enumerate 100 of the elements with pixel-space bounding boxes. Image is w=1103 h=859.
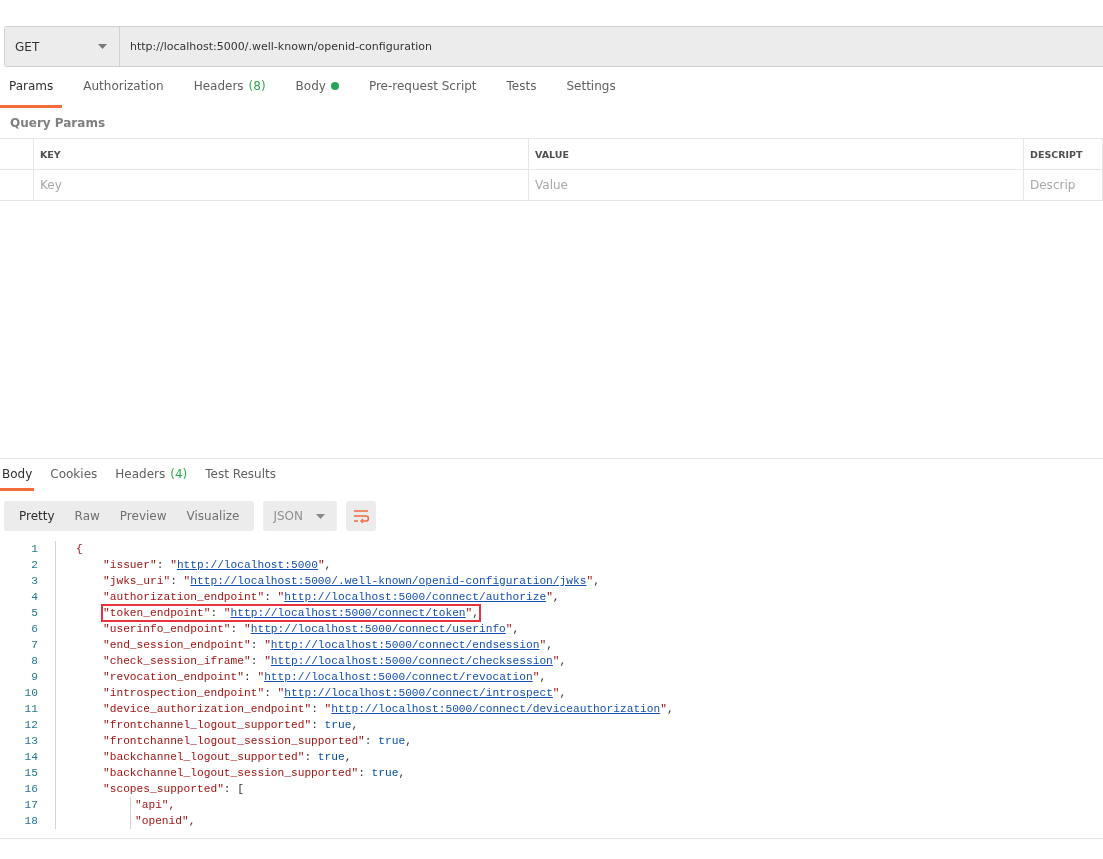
view-mode-tab[interactable]: Preview [109,501,177,531]
code-punctuation: : [244,671,251,683]
url-link[interactable]: http://localhost:5000 [176,559,318,571]
column-header: DESCRIPT [1024,139,1103,170]
line-number: 12 [23,719,38,731]
tab[interactable]: Body [0,459,35,491]
json-key: "scopes_supported" [103,783,224,795]
code-punctuation: , [559,687,567,699]
wrap-icon [353,509,370,523]
url-link[interactable]: http://localhost:5000/connect/endsession [270,639,540,651]
url-link[interactable]: http://localhost:5000/connect/userinfo [250,623,506,635]
code-text: " [552,655,560,667]
line-number: 5 [30,607,38,619]
code-text: " [546,591,553,603]
code-punctuation: , [351,719,359,731]
code-punctuation: : [311,703,318,715]
code-value: true [317,751,345,763]
count-label: (4) [170,466,188,481]
code-punctuation: : [358,767,365,779]
tab[interactable]: Tests [497,67,546,108]
code-value: true [371,767,399,779]
line-number: 1 [30,543,38,555]
url-link[interactable]: http://localhost:5000/connect/authorize [284,591,547,603]
code-text: " [660,703,667,715]
code-punctuation: , [559,655,567,667]
wrap-lines-button[interactable] [346,501,377,531]
json-key: "backchannel_logout_supported" [103,751,305,763]
code-punctuation: : [170,575,177,587]
line-number: 8 [30,655,38,667]
line-number: 6 [30,623,38,635]
view-mode-tab[interactable]: Visualize [176,501,250,531]
code-punctuation: , [546,639,553,651]
line-number: 10 [23,687,38,699]
line-number: 15 [23,767,38,779]
tab[interactable]: Pre-request Script [359,67,486,108]
json-key: "authorization_endpoint" [103,591,265,603]
code-punctuation: , [593,575,600,587]
line-number: 3 [30,575,38,587]
json-key: "jwks_uri" [103,575,171,587]
tab[interactable]: Authorization [74,67,173,108]
code-text: " [170,559,177,571]
tab[interactable]: Settings [557,67,625,108]
code-text: " [277,591,285,603]
url-link[interactable]: http://localhost:5000/connect/checksession [270,655,553,667]
code-punctuation: , [344,751,352,763]
url-link[interactable]: http://localhost:5000/connect/revocation [264,671,533,683]
view-mode-tab[interactable]: Pretty [9,501,65,531]
url-link[interactable]: http://localhost:5000/connect/deviceauthorization [331,703,661,715]
line-number: 2 [30,559,38,571]
code-text: " [539,639,547,651]
code-punctuation: , [539,671,547,683]
code-value: true [324,719,352,731]
code-punctuation: , [512,623,520,635]
code-punctuation: : [264,687,271,699]
url-link[interactable]: http://localhost:5000/connect/introspect [284,687,553,699]
tab[interactable]: Headers (4) [113,459,190,491]
code-text: " [264,639,271,651]
code-punctuation: , [472,607,479,619]
json-key: "frontchannel_logout_supported" [103,719,312,731]
code-punctuation: : [311,719,318,731]
json-key: "introspection_endpoint" [103,687,265,699]
code-punctuation: : [364,735,372,747]
code-punctuation: : [250,639,258,651]
code-punctuation: : [223,783,231,795]
tab[interactable]: Headers (8) [184,67,275,108]
line-number: 7 [30,639,38,651]
code-punctuation: , [324,559,332,571]
json-key: "device_authorization_endpoint" [103,703,312,715]
view-mode-tab[interactable]: Raw [64,501,110,531]
json-key: "backchannel_logout_session_supported" [103,767,359,779]
code-text: "openid", [135,815,196,827]
tab[interactable]: Test Results [203,459,278,491]
code-punctuation: , [405,735,412,747]
code-punctuation: , [552,591,560,603]
count-label: (8) [248,79,266,93]
code-text: " [257,671,265,683]
json-key: "check_session_iframe" [103,655,251,667]
code-text: " [586,575,594,587]
code-punctuation: : [304,751,312,763]
column-header: KEY [34,139,529,170]
code-punctuation: : [210,607,218,619]
tab[interactable]: Params [0,67,63,108]
column-header: VALUE [529,139,1024,170]
code-punctuation: , [666,703,674,715]
code-punctuation: : [250,655,258,667]
tab[interactable]: Body [286,67,348,108]
line-number: 16 [23,783,38,795]
tab[interactable]: Cookies [48,459,100,491]
code-text: " [532,671,540,683]
code-text: " [552,687,560,699]
line-number: 9 [30,671,38,683]
code-punctuation: : [230,623,238,635]
url-link[interactable]: http://localhost:5000/.well-known/openid-configuration/jwks [190,575,587,587]
line-number: 13 [23,735,38,747]
code-text: " [465,607,473,619]
line-number: 18 [23,815,38,827]
line-number: 17 [23,799,38,811]
code-text: " [244,623,251,635]
url-link[interactable]: http://localhost:5000/connect/token [230,607,466,619]
code-text: "api", [135,799,176,811]
